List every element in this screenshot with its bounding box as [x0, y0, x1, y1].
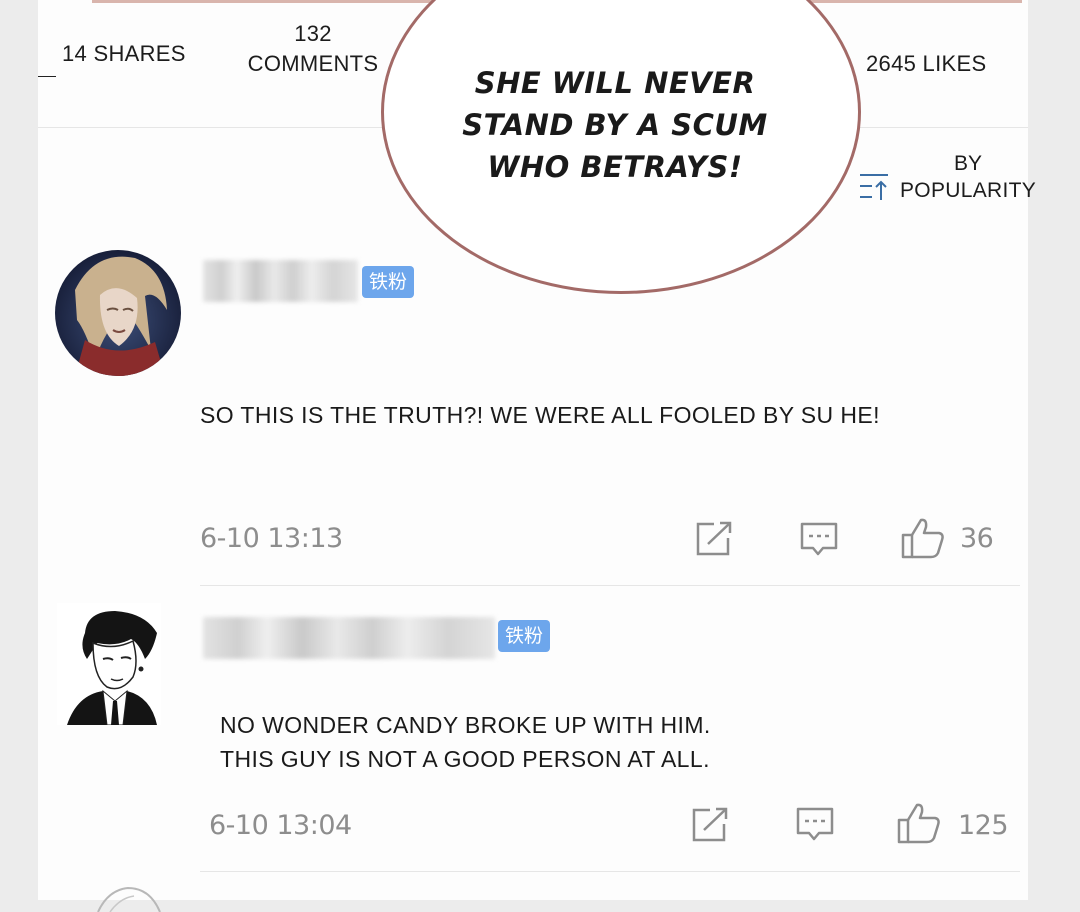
- share-icon[interactable]: [694, 520, 734, 558]
- comments-tab[interactable]: 132 COMMENTS: [240, 19, 386, 79]
- sort-icon: [860, 174, 888, 200]
- avatar-illustration: [57, 603, 161, 725]
- comment-text-line: NO WONDER CANDY BROKE UP WITH HIM.: [220, 712, 711, 738]
- comment-text: SO THIS IS THE TRUTH?! WE WERE ALL FOOLE…: [200, 402, 880, 428]
- comment-timestamp: 6-10 13:13: [200, 523, 343, 554]
- sort-button[interactable]: BY POPULARITY: [858, 148, 1048, 208]
- share-icon[interactable]: [690, 806, 730, 844]
- username-redacted[interactable]: [203, 617, 495, 659]
- sort-popularity-label: POPULARITY: [900, 179, 1037, 202]
- like-icon[interactable]: [896, 801, 942, 845]
- likes-count[interactable]: 2645 LIKES: [866, 51, 986, 77]
- sort-by-label: BY: [954, 152, 983, 175]
- comment-text-line: THIS GUY IS NOT A GOOD PERSON AT ALL.: [220, 746, 710, 772]
- speech-line-3: WHO BETRAYS!: [487, 150, 743, 184]
- avatar[interactable]: [55, 250, 181, 376]
- comments-label: COMMENTS: [247, 51, 379, 76]
- avatar[interactable]: [88, 882, 168, 912]
- like-count: 125: [958, 810, 1009, 841]
- speech-bubble-text: SHE WILL NEVER STAND BY A SCUM WHO BETRA…: [430, 62, 800, 188]
- fan-badge: 铁粉: [498, 620, 551, 652]
- avatar[interactable]: [57, 603, 161, 725]
- username-redacted[interactable]: [203, 260, 358, 302]
- comments-count: 132: [294, 21, 332, 46]
- like-count: 36: [960, 523, 994, 554]
- reply-icon[interactable]: [795, 806, 835, 844]
- comment-divider: [200, 585, 1020, 586]
- shares-count[interactable]: 14 SHARES: [62, 41, 186, 67]
- fan-badge: 铁粉: [362, 266, 415, 298]
- comment-text: NO WONDER CANDY BROKE UP WITH HIM. THIS …: [220, 708, 711, 776]
- speech-line-2: STAND BY A SCUM: [462, 108, 768, 142]
- like-icon[interactable]: [900, 516, 946, 560]
- comment-divider: [200, 871, 1020, 872]
- avatar-illustration: [55, 250, 181, 376]
- speech-line-1: SHE WILL NEVER: [474, 66, 756, 100]
- reply-icon[interactable]: [799, 521, 839, 559]
- tab-underline: [38, 76, 56, 77]
- comment-timestamp: 6-10 13:04: [209, 810, 352, 841]
